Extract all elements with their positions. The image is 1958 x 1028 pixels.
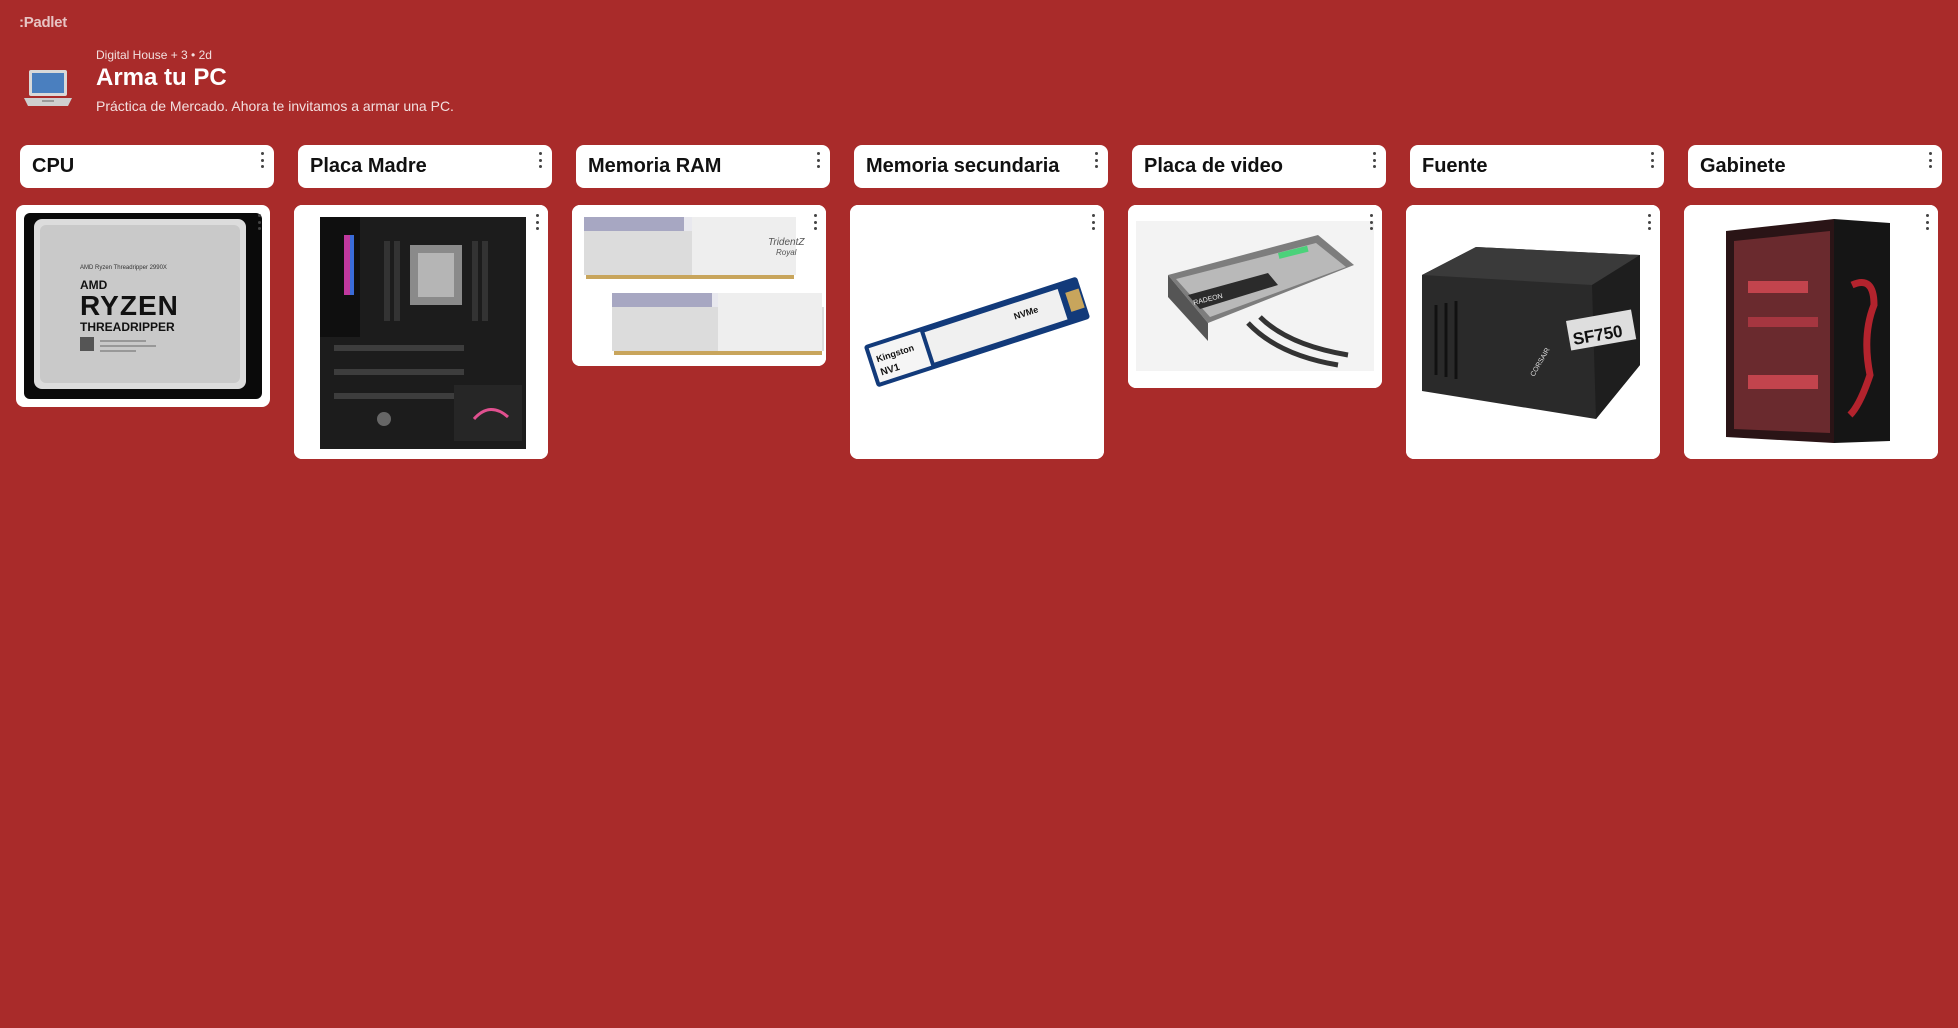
motherboard-image [294,205,548,459]
column-title: Gabinete [1700,155,1786,177]
more-options-icon[interactable] [1367,214,1375,230]
cpu-model-text: AMD Ryzen Threadripper 2990X [80,265,167,271]
column-header-cpu[interactable]: CPU [20,145,274,188]
column-header-placa-madre[interactable]: Placa Madre [298,145,552,188]
more-options-icon[interactable] [1089,214,1097,230]
cpu-series-text: RYZEN [80,290,179,321]
more-options-icon[interactable] [1926,152,1934,168]
board-title: Arma tu PC [96,64,227,91]
pc-case-image [1684,205,1938,459]
post-card-memoria-secundaria[interactable]: Kingston NV1 NVMe [850,205,1104,459]
post-card-cpu[interactable]: AMD Ryzen Threadripper 2990X AMD RYZEN T… [16,205,270,407]
post-card-placa-de-video[interactable]: RADEON [1128,205,1382,388]
post-card-gabinete[interactable] [1684,205,1938,459]
more-options-icon[interactable] [1370,152,1378,168]
column-title: Memoria secundaria [866,155,1060,177]
gpu-image: RADEON [1128,205,1382,388]
post-card-memoria-ram[interactable]: TridentZ Royal [572,205,826,366]
column-header-memoria-ram[interactable]: Memoria RAM [576,145,830,188]
more-options-icon[interactable] [258,152,266,168]
psu-image: SF750 CORSAIR [1406,205,1660,459]
column-header-gabinete[interactable]: Gabinete [1688,145,1942,188]
column-title: Memoria RAM [588,155,722,177]
column-title: Placa de video [1144,155,1283,177]
more-options-icon[interactable] [1645,214,1653,230]
padlet-logo[interactable]: :Padlet [19,14,67,31]
cpu-image: AMD Ryzen Threadripper 2990X AMD RYZEN T… [24,213,262,399]
more-options-icon[interactable] [536,152,544,168]
ram-sub-text: Royal [776,248,797,257]
board-description: Práctica de Mercado. Ahora te invitamos … [96,98,454,114]
more-options-icon[interactable] [1092,152,1100,168]
ram-brand-text: TridentZ [768,237,805,248]
cpu-line-text: THREADRIPPER [80,320,175,334]
more-options-icon[interactable] [1923,214,1931,230]
board-meta: Digital House + 3 • 2d [96,48,212,62]
post-card-placa-madre[interactable] [294,205,548,459]
column-header-fuente[interactable]: Fuente [1410,145,1664,188]
ssd-image: Kingston NV1 NVMe [850,205,1104,459]
laptop-icon [24,70,72,106]
more-options-icon[interactable] [814,152,822,168]
column-header-memoria-secundaria[interactable]: Memoria secundaria [854,145,1108,188]
more-options-icon[interactable] [533,214,541,230]
more-options-icon[interactable] [811,214,819,230]
column-title: Placa Madre [310,155,427,177]
more-options-icon[interactable] [255,214,263,230]
column-title: CPU [32,155,75,177]
more-options-icon[interactable] [1648,152,1656,168]
board-header: Digital House + 3 • 2d Arma tu PC Prácti… [22,46,722,120]
column-header-placa-de-video[interactable]: Placa de video [1132,145,1386,188]
ram-image: TridentZ Royal [572,205,826,366]
column-title: Fuente [1422,155,1488,177]
post-card-fuente[interactable]: SF750 CORSAIR [1406,205,1660,459]
